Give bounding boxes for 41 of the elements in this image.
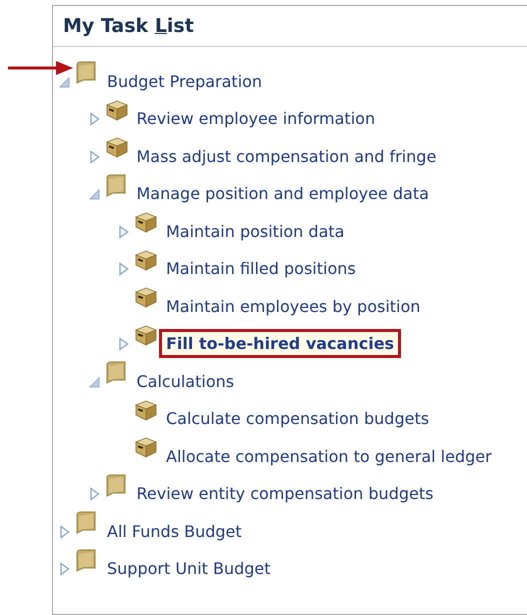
tree-item[interactable]: Maintain position data [162, 220, 348, 242]
box-icon [134, 324, 158, 346]
box-icon [104, 98, 128, 120]
tree-item[interactable]: Maintain filled positions [162, 257, 360, 280]
tree-item[interactable]: Review entity compensation budgets [132, 482, 438, 505]
collapsed-triangle-icon[interactable] [118, 337, 130, 351]
tree-item[interactable]: Review employee information [132, 107, 380, 130]
tree-item[interactable]: All Funds Budget [103, 520, 246, 542]
box-icon [134, 436, 158, 458]
folder-icon [104, 361, 126, 385]
expanded-triangle-icon[interactable] [88, 187, 100, 201]
folder-icon [75, 511, 97, 535]
box-icon [134, 248, 158, 270]
expanded-triangle-icon[interactable] [59, 74, 71, 88]
tree-item[interactable]: Calculate compensation budgets [162, 407, 434, 430]
tree-item[interactable]: Support Unit Budget [103, 557, 275, 580]
collapsed-triangle-icon[interactable] [88, 487, 100, 501]
tree-item[interactable]: Allocate compensation to general ledger [162, 444, 496, 468]
tree-item[interactable]: Fill to-be-hired vacancies [162, 332, 398, 355]
tree-item[interactable]: Maintain employees by position [162, 294, 424, 318]
collapsed-triangle-icon[interactable] [88, 112, 100, 126]
collapsed-triangle-icon[interactable] [88, 150, 100, 164]
panel-title: My Task List [63, 15, 194, 37]
expanded-triangle-icon[interactable] [88, 374, 100, 388]
tree-item[interactable]: Mass adjust compensation and fringe [132, 144, 440, 168]
tree-item[interactable]: Manage position and employee data [132, 182, 433, 205]
tree-item[interactable]: Calculations [132, 370, 238, 392]
folder-icon [75, 548, 97, 572]
folder-icon [104, 474, 126, 498]
collapsed-triangle-icon[interactable] [59, 562, 71, 576]
collapsed-triangle-icon[interactable] [59, 524, 71, 538]
folder-icon [104, 174, 126, 198]
box-icon [134, 286, 158, 308]
collapsed-triangle-icon[interactable] [118, 224, 130, 238]
callout-arrow [8, 60, 74, 76]
box-icon [104, 136, 128, 158]
folder-icon [75, 61, 97, 85]
tree-item[interactable]: Budget Preparation [103, 70, 266, 92]
box-icon [134, 398, 158, 420]
box-icon [134, 211, 158, 233]
collapsed-triangle-icon[interactable] [118, 262, 130, 276]
